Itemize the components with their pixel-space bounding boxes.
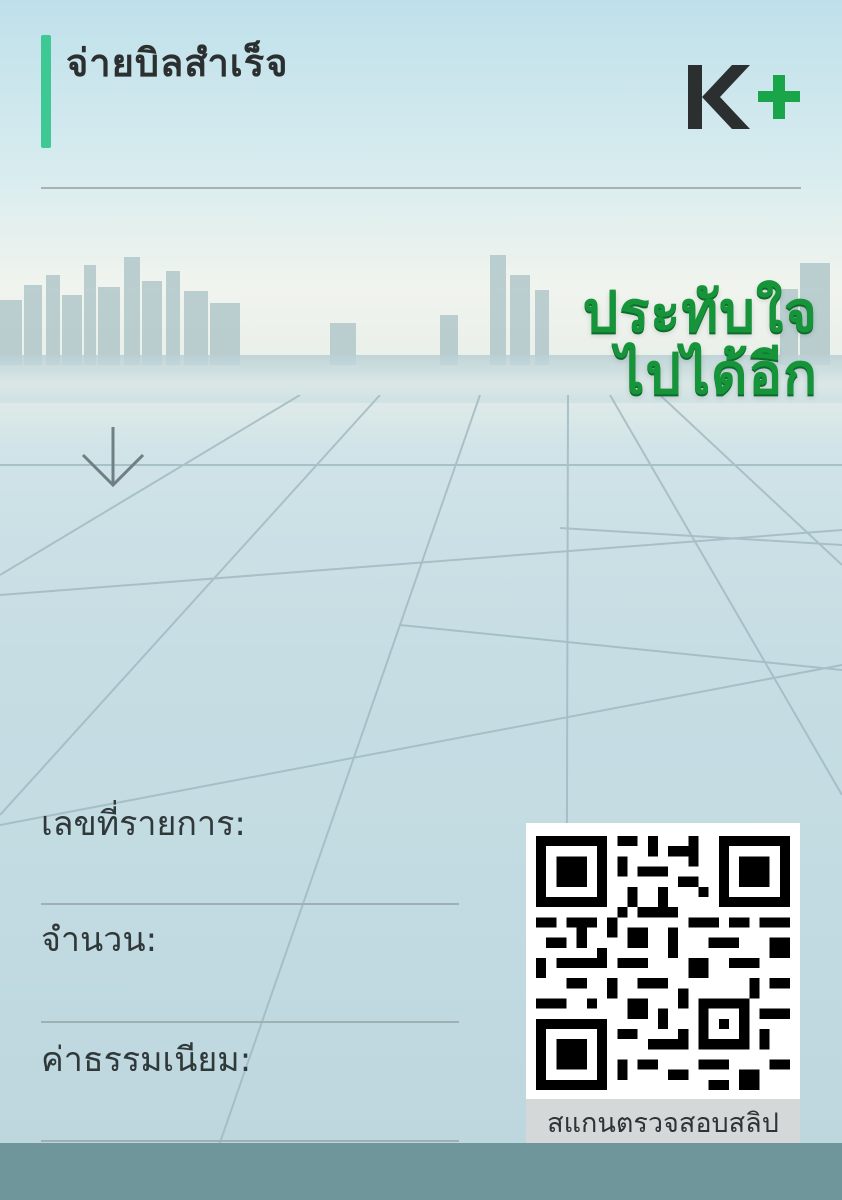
- footer-bar: [0, 1143, 842, 1200]
- arrow-down-icon: [81, 427, 145, 488]
- transaction-id-label: เลขที่รายการ:: [41, 804, 246, 844]
- qr-caption: สแกนตรวจสอบสลิป: [526, 1099, 800, 1145]
- header-divider: [41, 187, 801, 189]
- fee-line: [41, 1140, 459, 1142]
- slogan-line-2: ไปได้อีก: [616, 342, 818, 407]
- payment-slip: จ่ายบิลสำเร็จ ประทับใจ ไปได้อีก เลขที่รา…: [0, 0, 842, 1200]
- fee-label: ค่าธรรมเนียม:: [41, 1040, 252, 1080]
- amount-label: จำนวน:: [41, 920, 158, 960]
- transaction-id-line: [41, 903, 459, 905]
- qr-code-box[interactable]: สแกนตรวจสอบสลิป: [526, 823, 800, 1145]
- kplus-logo: [688, 65, 800, 129]
- amount-line: [41, 1021, 459, 1023]
- slogan-line-1: ประทับใจ: [582, 280, 818, 345]
- page-title: จ่ายบิลสำเร็จ: [66, 41, 289, 85]
- slogan: ประทับใจ ไปได้อีก: [548, 285, 818, 403]
- title-accent-bar: [41, 35, 51, 148]
- qr-code-icon[interactable]: [536, 831, 790, 1095]
